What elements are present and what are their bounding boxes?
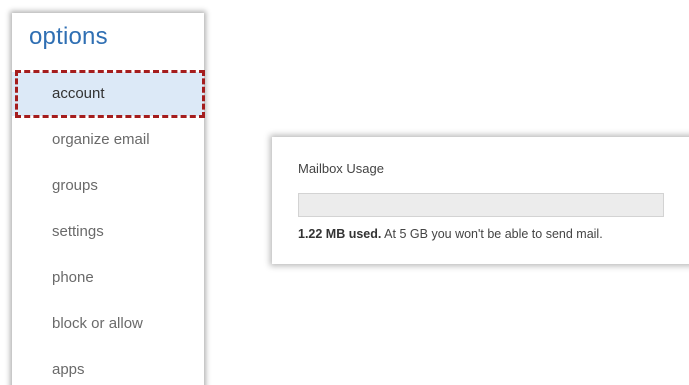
mailbox-usage-text: 1.22 MB used. At 5 GB you won't be able … (298, 227, 603, 241)
limit-prefix: At (384, 227, 396, 241)
highlight-frame (15, 70, 205, 118)
limit-value: 5 (399, 227, 407, 241)
nav-item-label: organize email (52, 131, 150, 148)
options-title: options (29, 23, 108, 50)
mailbox-usage-title: Mailbox Usage (298, 161, 384, 176)
nav-item-organize-email[interactable]: organize email (12, 117, 204, 163)
nav-item-groups[interactable]: groups (12, 163, 204, 209)
nav-item-apps[interactable]: apps (12, 347, 204, 385)
nav-item-label: block or allow (52, 315, 143, 332)
nav-item-settings[interactable]: settings (12, 209, 204, 255)
nav-item-label: settings (52, 223, 104, 240)
nav-item-phone[interactable]: phone (12, 255, 204, 301)
nav-item-account[interactable]: account (12, 70, 205, 118)
options-nav: account organize email groups settings p… (12, 70, 205, 385)
nav-item-label: apps (52, 361, 85, 378)
limit-suffix: GB you won't be able to send mail. (409, 227, 603, 241)
nav-item-block-or-allow[interactable]: block or allow (12, 301, 204, 347)
used-amount: 1.22 MB used. (298, 227, 382, 241)
mailbox-usage-bar (298, 193, 664, 217)
nav-item-label: phone (52, 269, 94, 286)
app-window: options account organize email groups se… (0, 0, 689, 385)
options-panel: options account organize email groups se… (12, 13, 205, 385)
mailbox-usage-card: Mailbox Usage 1.22 MB used. At 5 GB you … (272, 137, 689, 264)
nav-item-label: account (52, 85, 105, 102)
nav-item-label: groups (52, 177, 98, 194)
